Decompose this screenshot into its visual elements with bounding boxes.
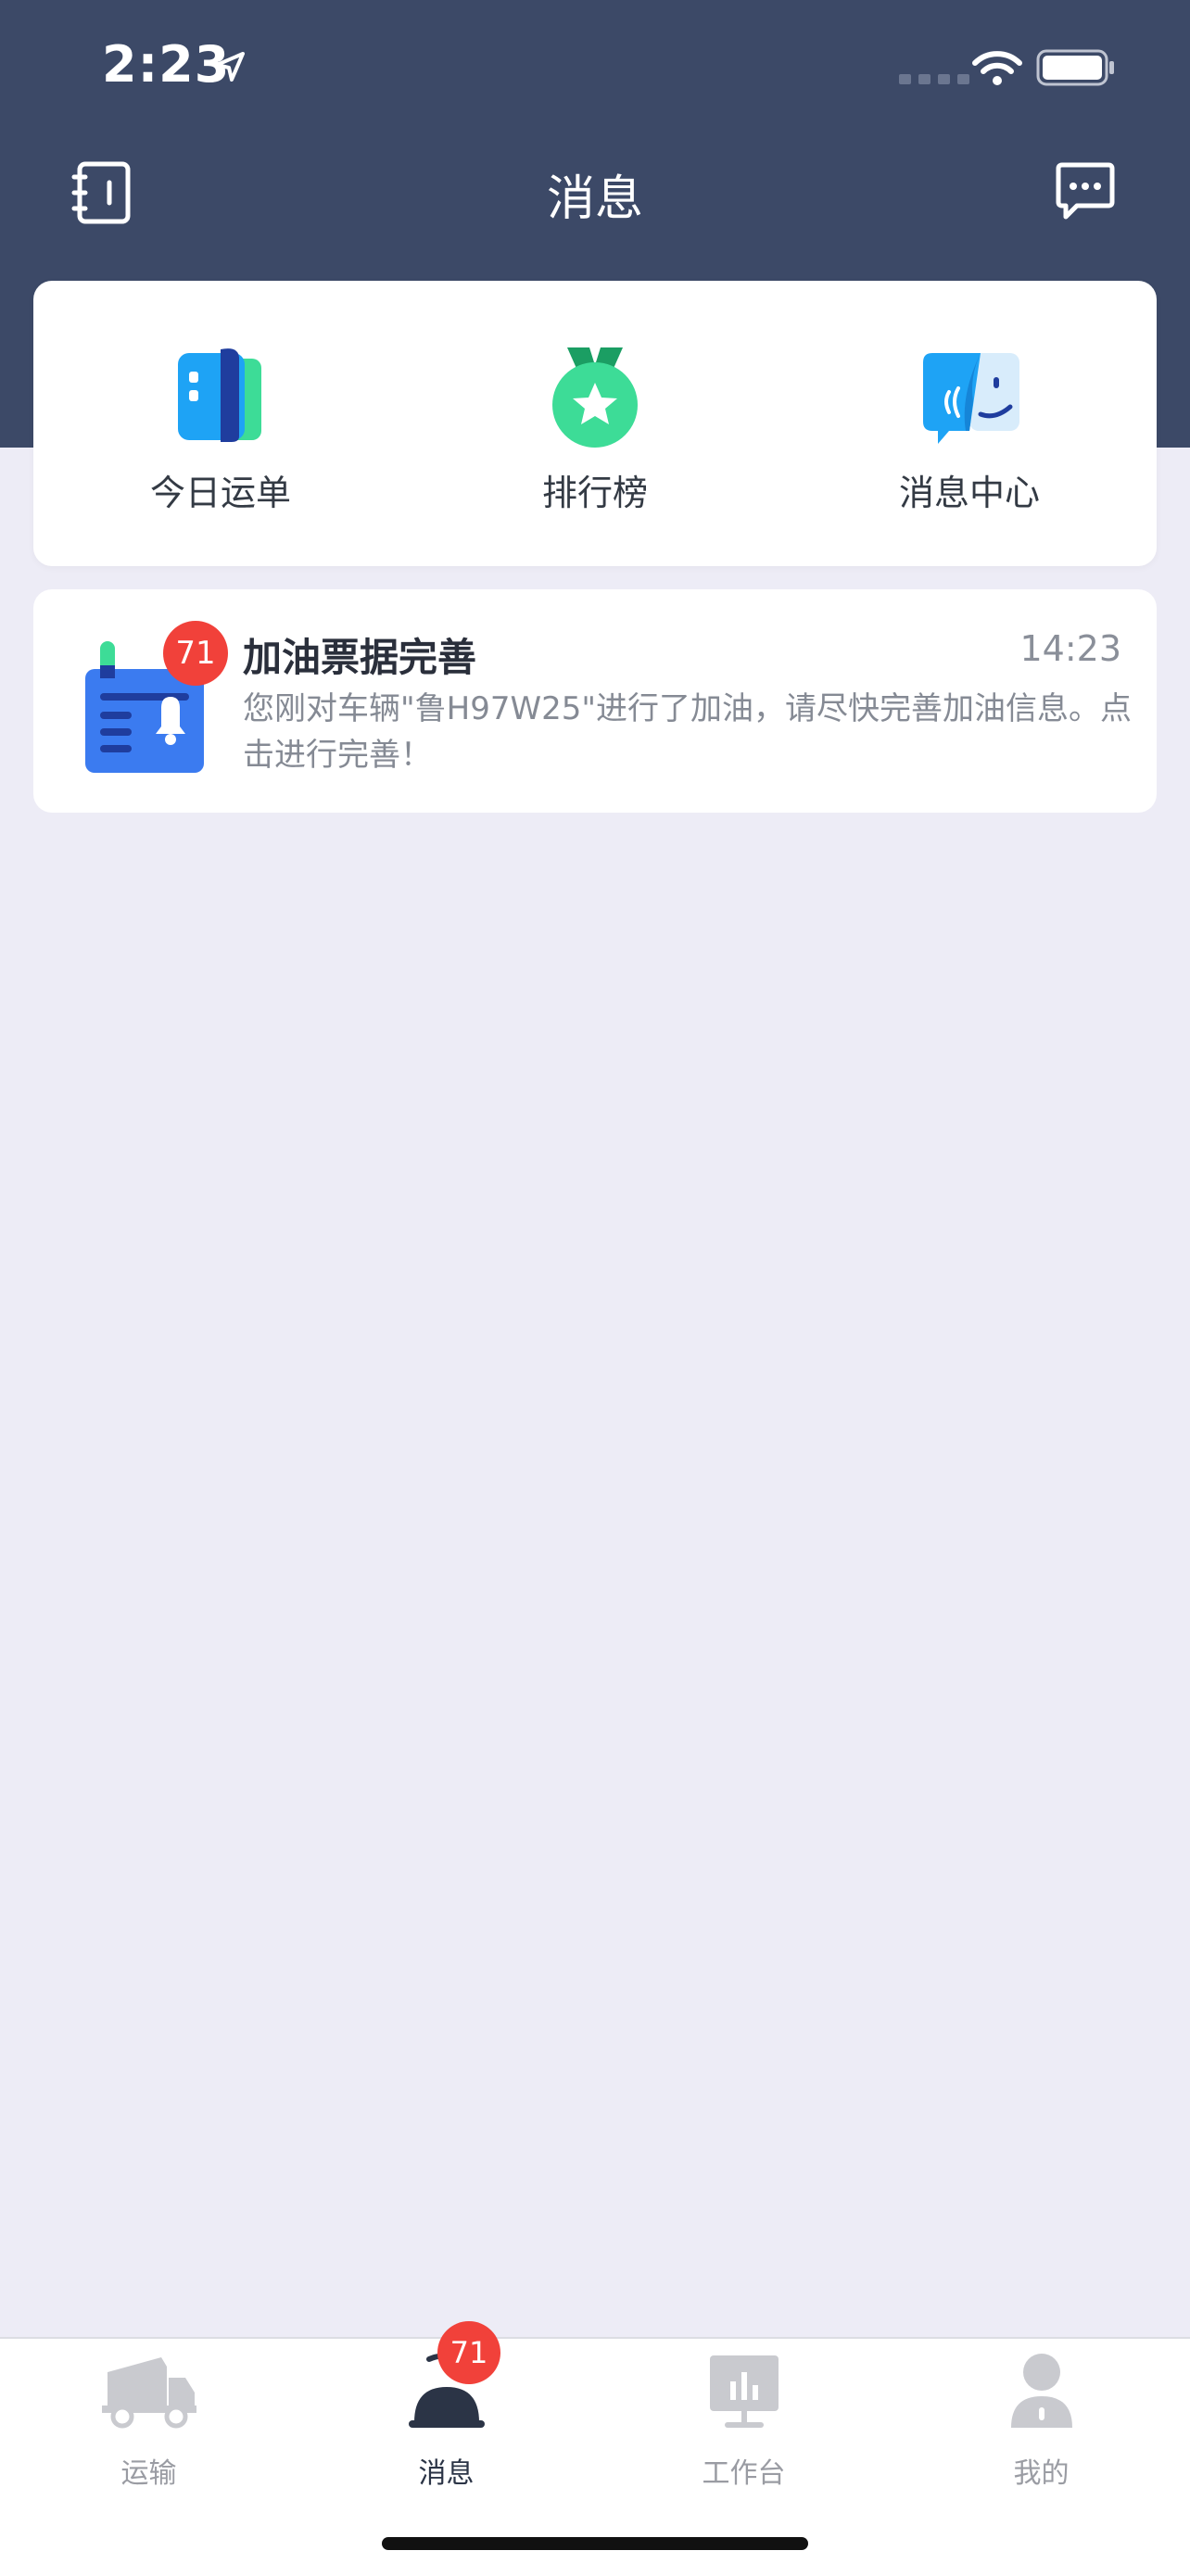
home-indicator[interactable] (382, 2537, 808, 2550)
quick-action-message-center[interactable]: 消息中心 (782, 281, 1157, 566)
message-preview: 您刚对车辆"鲁H97W25"进行了加油，请尽快完善加油信息。点击进行完善！ (243, 690, 1132, 774)
truck-icon (101, 2357, 196, 2429)
medal-icon (552, 347, 638, 448)
wifi-icon (972, 51, 1022, 85)
cellular-signal-icon (899, 74, 969, 84)
unread-badge: 71 (163, 621, 228, 686)
tab-label: 我的 (1013, 2457, 1070, 2490)
message-center-icon (923, 353, 1019, 444)
waybill-icon (178, 348, 261, 442)
tab-transport[interactable]: 运输 (0, 2339, 298, 2524)
message-title: 加油票据完善 (243, 635, 477, 680)
tab-unread-badge: 71 (437, 2321, 500, 2384)
message-time: 14:23 (1019, 628, 1121, 669)
battery-icon (1036, 49, 1114, 86)
location-arrow-icon (215, 52, 245, 82)
tab-label: 工作台 (702, 2457, 786, 2490)
tab-label: 消息 (418, 2457, 475, 2490)
tab-label: 运输 (120, 2457, 177, 2490)
quick-action-label: 排行榜 (541, 473, 648, 513)
quick-action-label: 今日运单 (149, 473, 291, 513)
quick-action-ranking[interactable]: 排行榜 (408, 281, 782, 566)
message-list-item[interactable]: 71 加油票据完善 14:23 您刚对车辆"鲁H97W25"进行了加油，请尽快完… (33, 589, 1157, 813)
tab-mine[interactable]: 我的 (892, 2339, 1190, 2524)
page-title: 消息 (546, 171, 643, 227)
quick-actions-card: 今日运单 排行榜 消息中心 (33, 281, 1157, 566)
dashboard-icon (709, 2355, 779, 2428)
tab-workbench[interactable]: 工作台 (595, 2339, 892, 2524)
quick-action-label: 消息中心 (898, 473, 1040, 513)
person-icon (1010, 2354, 1072, 2428)
quick-action-waybill[interactable]: 今日运单 (33, 281, 408, 566)
chat-bubble-icon[interactable] (1053, 161, 1118, 222)
